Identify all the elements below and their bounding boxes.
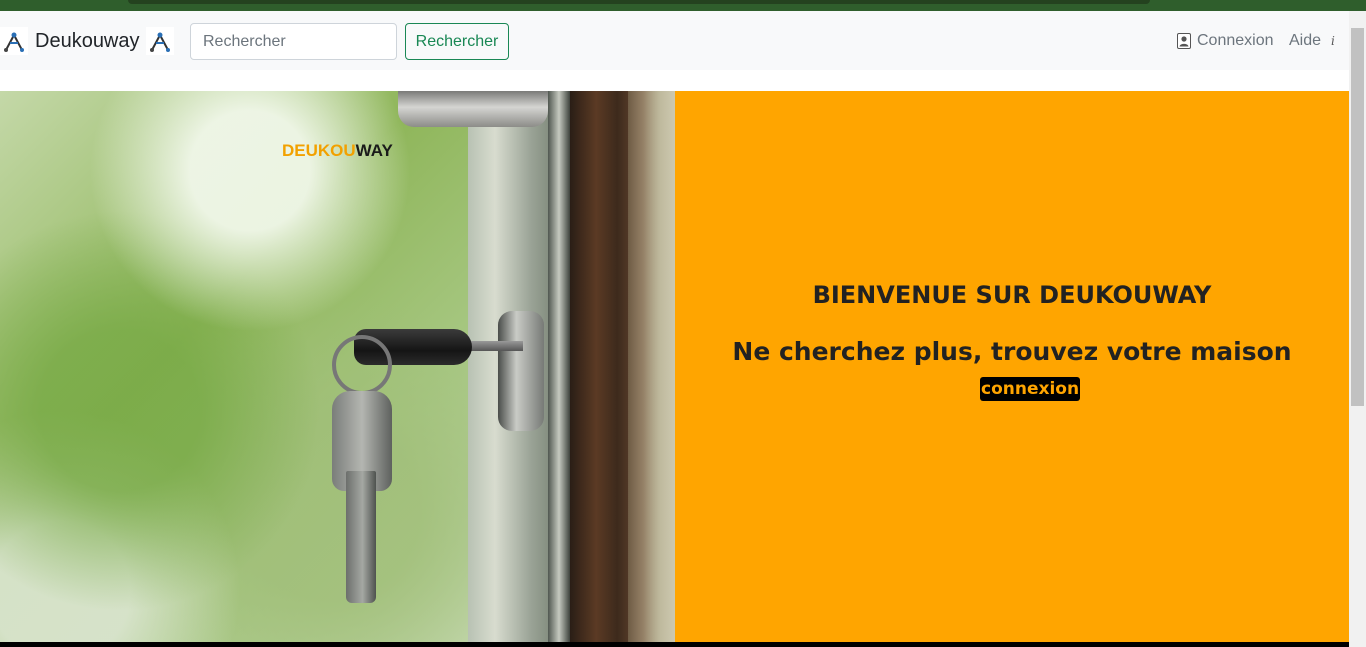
browser-top-strip <box>0 0 1366 11</box>
photo-hanging-key-blade <box>346 471 376 603</box>
user-badge-icon <box>1177 33 1191 49</box>
bottom-bar <box>0 642 1366 647</box>
photo-logo-part2: WAY <box>355 141 393 160</box>
photo-logo: DEUKOUWAY <box>282 141 393 161</box>
navbar: Deukouway Rechercher Connexion Aide i <box>0 11 1349 70</box>
brand-logo-right-icon <box>145 27 174 55</box>
brand-logo-icon <box>0 27 28 55</box>
welcome-panel: BIENVENUE SUR DEUKOUWAY Ne cherchez plus… <box>675 91 1349 642</box>
page-scrollbar[interactable] <box>1349 11 1366 647</box>
welcome-title: BIENVENUE SUR DEUKOUWAY <box>812 281 1212 309</box>
hero-section: DEUKOUWAY BIENVENUE SUR DEUKOUWAY Ne che… <box>0 91 1349 642</box>
nav-help-link[interactable]: Aide i <box>1289 31 1335 51</box>
photo-key-shaft <box>468 341 523 351</box>
search-button[interactable]: Rechercher <box>405 23 509 60</box>
photo-key-ring <box>332 335 392 395</box>
connexion-link[interactable]: connexion <box>980 377 1081 401</box>
info-icon: i <box>1331 34 1335 48</box>
hero-photo-key-in-door: DEUKOUWAY <box>0 91 675 642</box>
scrollbar-thumb[interactable] <box>1351 28 1364 406</box>
brand[interactable]: Deukouway <box>0 27 174 55</box>
photo-logo-part1: DEUKOU <box>282 141 356 160</box>
brand-name[interactable]: Deukouway <box>35 30 140 53</box>
nav-login-link[interactable]: Connexion <box>1177 31 1274 51</box>
nav-login-label: Connexion <box>1197 32 1274 49</box>
photo-door-edge <box>548 91 570 642</box>
search-input[interactable] <box>190 23 397 60</box>
photo-door-handle <box>398 91 548 127</box>
browser-top-strip-inner <box>128 0 1150 4</box>
welcome-subtitle: Ne cherchez plus, trouvez votre maison <box>732 337 1292 366</box>
photo-lock-cylinder <box>498 311 544 431</box>
photo-door-light <box>628 91 675 642</box>
nav-help-label: Aide <box>1289 32 1322 49</box>
